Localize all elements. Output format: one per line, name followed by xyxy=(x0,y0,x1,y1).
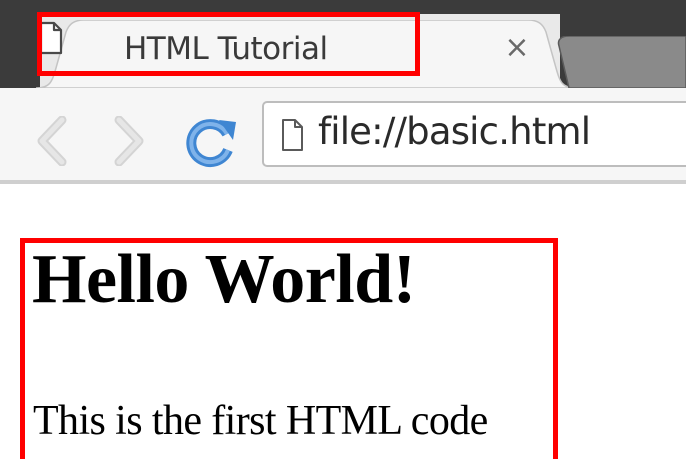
new-tab-button[interactable] xyxy=(555,36,686,88)
chevron-left-icon xyxy=(37,116,67,166)
forward-button[interactable] xyxy=(107,116,151,166)
highlight-box-content xyxy=(20,238,558,459)
window-frame-left xyxy=(0,0,40,88)
highlight-box-tab xyxy=(37,12,420,76)
close-icon[interactable]: × xyxy=(502,31,532,65)
reload-button[interactable] xyxy=(181,116,239,168)
page-icon xyxy=(282,119,303,151)
reload-icon xyxy=(186,119,236,168)
chevron-right-icon xyxy=(114,116,144,166)
address-url[interactable]: file://basic.html xyxy=(318,110,591,153)
back-button[interactable] xyxy=(30,116,74,166)
browser-window: HTML Tutorial × file://basic.html Hello … xyxy=(0,0,686,459)
